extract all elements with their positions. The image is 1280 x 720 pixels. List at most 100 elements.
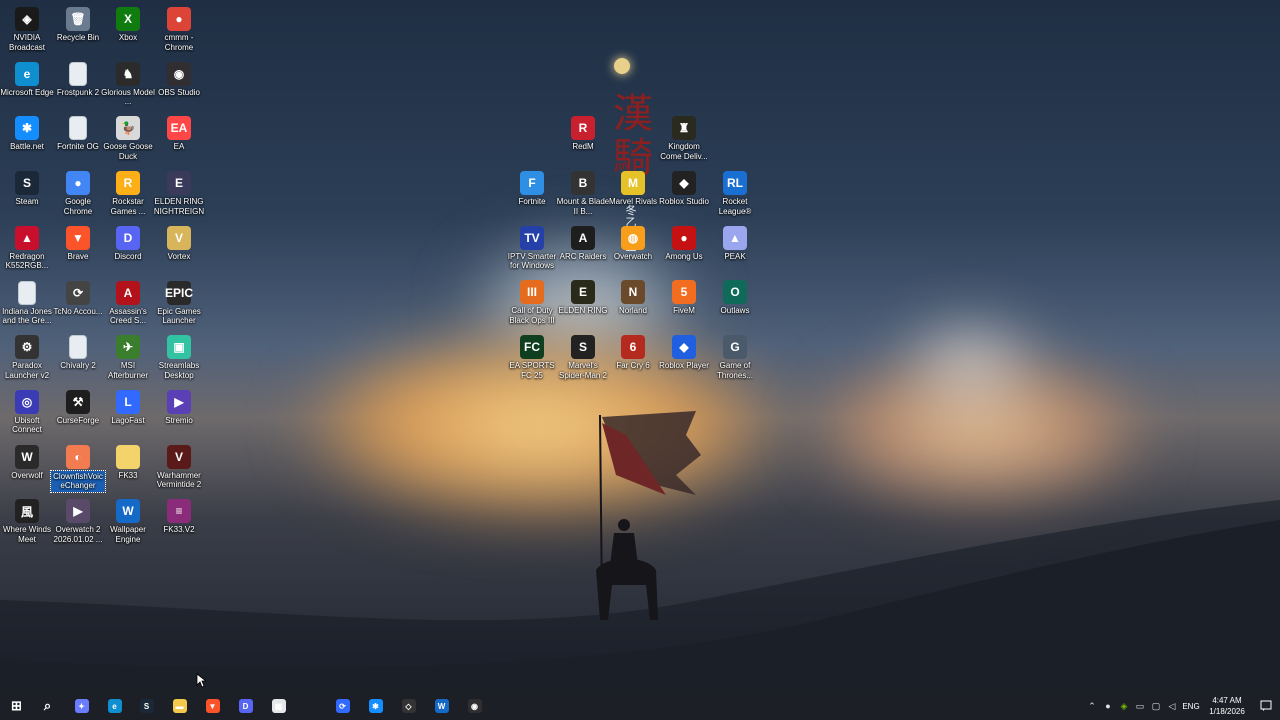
taskbar-app-1[interactable]: ⟳	[326, 692, 359, 720]
desktop-icon-assassin-s-creed-s[interactable]: A Assassin's Creed S...	[101, 277, 155, 326]
taskbar-steam[interactable]: S	[130, 692, 163, 720]
display-icon[interactable]: ▢	[1148, 692, 1164, 720]
desktop-icon-kingdom-come-deliv[interactable]: ♜ Kingdom Come Deliv...	[657, 112, 711, 161]
desktop-icon-chivalry-2[interactable]: Chivalry 2	[51, 331, 105, 371]
taskbar-epic[interactable]: ◇	[392, 692, 425, 720]
desktop-icon-peak[interactable]: ▲ PEAK	[708, 222, 762, 262]
desktop-icon-steam[interactable]: S Steam	[0, 167, 54, 207]
desktop-icon-fk33[interactable]: FK33	[101, 441, 155, 481]
volume-icon[interactable]: ◁	[1164, 692, 1180, 720]
desktop-icon-epic-games-launcher[interactable]: EPIC Epic Games Launcher	[152, 277, 206, 326]
taskbar-app-2[interactable]: W	[425, 692, 458, 720]
chevron-up-icon[interactable]: ⌃	[1084, 692, 1100, 720]
desktop-icon-google-chrome[interactable]: ● Google Chrome	[51, 167, 105, 216]
windows-icon: ⊞	[11, 698, 22, 713]
vortex-icon: V	[167, 225, 191, 250]
notification-center-button[interactable]	[1252, 692, 1280, 720]
notification-icon	[1260, 700, 1272, 711]
microphone-icon[interactable]: ●	[1100, 692, 1116, 720]
goose-icon: 🦆	[116, 116, 140, 141]
desktop-icon-elden-ring-nightreign[interactable]: E ELDEN RING NIGHTREIGN	[152, 167, 206, 216]
desktop-icon-marvel-rivals[interactable]: M Marvel Rivals	[606, 167, 660, 207]
desktop-icon-roblox-studio[interactable]: ◆ Roblox Studio	[657, 167, 711, 207]
desktop-icon-streamlabs-desktop[interactable]: ▣ Streamlabs Desktop	[152, 331, 206, 380]
language-indicator[interactable]: ENG	[1180, 702, 1202, 711]
desktop-icon-obs-studio[interactable]: ◉ OBS Studio	[152, 58, 206, 98]
desktop-icon-frostpunk-2[interactable]: Frostpunk 2	[51, 58, 105, 98]
desktop-icon-rockstar-games[interactable]: R Rockstar Games ...	[101, 167, 155, 216]
taskbar-obs[interactable]: ◉	[458, 692, 491, 720]
desktop-icon-fk33-v2[interactable]: ≡ FK33.V2	[152, 495, 206, 535]
desktop-icon-recycle-bin[interactable]: 🗑 Recycle Bin	[51, 3, 105, 43]
marvel-rivals-icon: M	[621, 171, 645, 195]
desktop-icon-iptv-smarter-for-windows[interactable]: TV IPTV Smarter for Windows	[505, 222, 559, 271]
desktop-icon-curseforge[interactable]: ⚒ CurseForge	[51, 386, 105, 426]
desktop-icon-norland[interactable]: N Norland	[606, 276, 660, 316]
desktop-icon-msi-afterburner[interactable]: ✈ MSI Afterburner	[101, 331, 155, 380]
desktop-icon-clownfishvoicechanger[interactable]: ◐ ClownfishVoiceChanger	[50, 441, 106, 493]
taskbar-discord[interactable]: D	[229, 692, 262, 720]
desktop-icon-ea[interactable]: EA EA	[152, 112, 206, 152]
desktop-icon-among-us[interactable]: ● Among Us	[657, 222, 711, 262]
desktop-icon-stremio[interactable]: ▶ Stremio	[152, 386, 206, 426]
desktop-icon-far-cry-6[interactable]: 6 Far Cry 6	[606, 331, 660, 371]
desktop-icon-outlaws[interactable]: O Outlaws	[708, 276, 762, 316]
desktop-icon-label: Epic Games Launcher	[157, 306, 201, 326]
desktop-icon-arc-raiders[interactable]: A ARC Raiders	[556, 222, 610, 262]
nvidia-tray-icon[interactable]: ◈	[1116, 692, 1132, 720]
desktop-icon-redragon-k552rgb[interactable]: ▲ Redragon K552RGB...	[0, 222, 54, 271]
desktop-icon-vortex[interactable]: V Vortex	[152, 222, 206, 262]
desktop-icon-label: Redragon K552RGB...	[5, 251, 49, 271]
desktop-icon-label: Stremio	[165, 415, 193, 425]
desktop-icon-call-of-duty-black-ops-iii[interactable]: III Call of Duty Black Ops III	[505, 276, 559, 325]
desktop-icon-ea-sports-fc-25[interactable]: FC EA SPORTS FC 25	[505, 331, 559, 380]
desktop-icon-rocket-league[interactable]: RL Rocket League®	[708, 167, 762, 216]
desktop-icon-fivem[interactable]: 5 FiveM	[657, 276, 711, 316]
desktop-icon-marvel-s-spider-man-2[interactable]: S Marvel's Spider-Man 2	[556, 331, 610, 380]
desktop-icon-label: LagoFast	[111, 415, 145, 425]
desktop-icon-mount-blade-ii-b[interactable]: B Mount & Blade II B...	[556, 167, 610, 216]
desktop-icon-xbox[interactable]: X Xbox	[101, 3, 155, 43]
desktop-icon-overwolf[interactable]: W Overwolf	[0, 441, 54, 481]
taskbar-battlenet[interactable]: ✱	[359, 692, 392, 720]
desktop-icon-label: Indiana Jones and the Gre...	[2, 306, 52, 326]
arc-raiders-icon: A	[571, 225, 595, 250]
desktop-icon-roblox-player[interactable]: ◆ Roblox Player	[657, 331, 711, 371]
desktop-icon-battle-net[interactable]: ✱ Battle.net	[0, 112, 54, 152]
taskbar-copilot[interactable]: ✦	[65, 692, 98, 720]
desktop-icon-overwatch[interactable]: ◍ Overwatch	[606, 222, 660, 262]
desktop-icon-fortnite-og[interactable]: Fortnite OG	[51, 112, 105, 152]
taskbar-store[interactable]: ▦	[262, 692, 295, 720]
network-icon[interactable]: ▭	[1132, 692, 1148, 720]
search-button[interactable]: ⌕	[31, 692, 64, 720]
taskbar-file-explorer[interactable]: ▬	[163, 692, 196, 720]
taskbar-edge[interactable]: e	[98, 692, 131, 720]
desktop-icon-warhammer-vermintide-2[interactable]: V Warhammer Vermintide 2	[152, 441, 206, 490]
desktop-icon-label: Wallpaper Engine	[110, 525, 146, 544]
desktop-icon-cmmm-chrome[interactable]: ● cmmm - Chrome	[152, 3, 206, 52]
desktop-icon-discord[interactable]: D Discord	[101, 222, 155, 262]
desktop-icon-label: CurseForge	[56, 415, 100, 425]
desktop-icon-glorious-model[interactable]: ♞ Glorious Model ...	[101, 58, 155, 107]
obs-icon: ◉	[167, 61, 191, 86]
desktop-icon-paradox-launcher-v2[interactable]: ⚙ Paradox Launcher v2	[0, 331, 54, 380]
desktop-icon-goose-goose-duck[interactable]: 🦆 Goose Goose Duck	[101, 112, 155, 161]
desktop-icon-nvidia-broadcast[interactable]: ◈ NVIDIA Broadcast	[0, 3, 54, 52]
desktop-icon-brave[interactable]: ▼ Brave	[51, 222, 105, 262]
desktop-icon-tcno-accou[interactable]: ⟳ TcNo Accou...	[51, 277, 105, 317]
clock[interactable]: 4:47 AM 1/18/2026	[1202, 695, 1252, 717]
desktop-icon-microsoft-edge[interactable]: e Microsoft Edge	[0, 58, 54, 98]
desktop-icon-fortnite[interactable]: F Fortnite	[505, 167, 559, 207]
desktop-icon-elden-ring[interactable]: E ELDEN RING	[556, 276, 610, 316]
taskbar-brave[interactable]: ▼	[196, 692, 229, 720]
desktop-icon-overwatch-2-2026-01-02[interactable]: ▶ Overwatch 2 2026.01.02 ...	[51, 495, 105, 544]
desktop-icon-lagofast[interactable]: L LagoFast	[101, 386, 155, 426]
desktop-icon-label: Xbox	[118, 33, 138, 42]
desktop-icon-wallpaper-engine[interactable]: W Wallpaper Engine	[101, 495, 155, 544]
desktop-icon-where-winds-meet[interactable]: 風 Where Winds Meet	[0, 495, 54, 544]
desktop-icon-indiana-jones-and-the-gre[interactable]: Indiana Jones and the Gre...	[0, 277, 54, 326]
start-button[interactable]: ⊞	[0, 692, 33, 720]
desktop-icon-ubisoft-connect[interactable]: ◎ Ubisoft Connect	[0, 386, 54, 435]
desktop-icon-game-of-thrones[interactable]: G Game of Thrones...	[708, 331, 762, 380]
desktop-icon-redm[interactable]: R RedM	[556, 112, 610, 152]
